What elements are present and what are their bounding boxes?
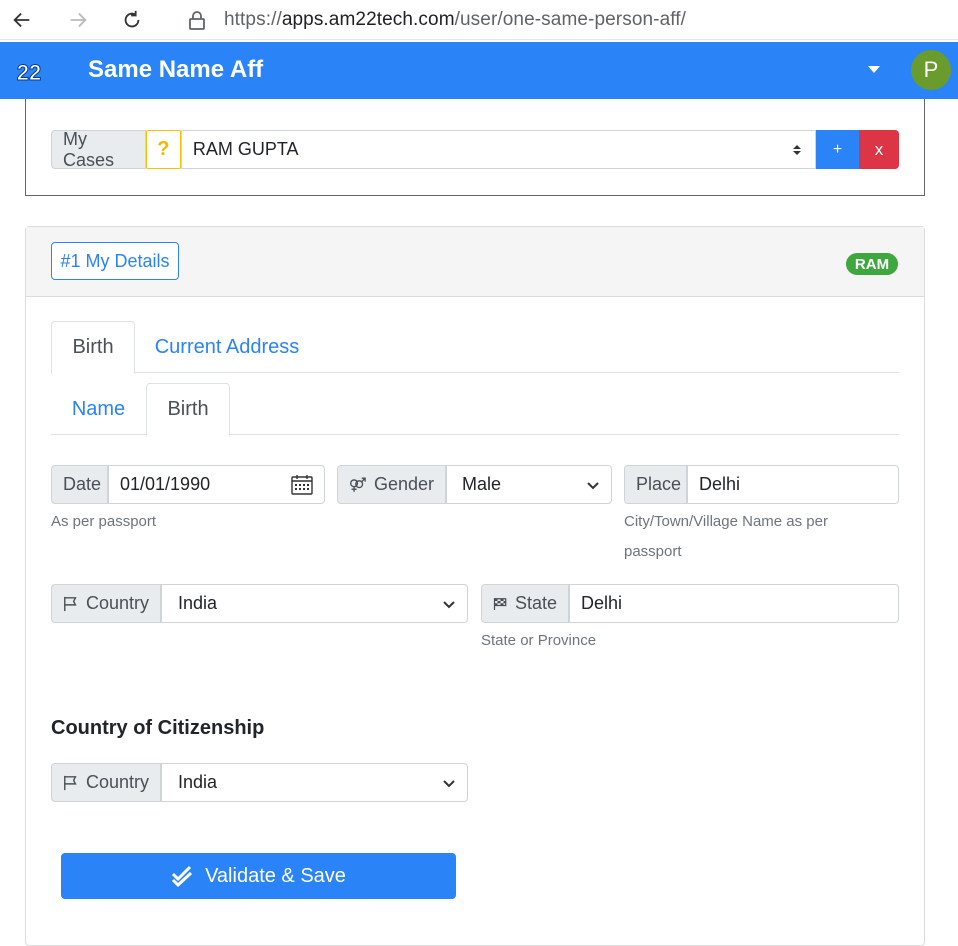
inner-tabs: Name Birth	[51, 383, 899, 436]
tab-birth[interactable]: Birth	[51, 321, 135, 374]
state-help-text: State or Province	[481, 632, 597, 649]
birth-country-group: Country India	[51, 584, 468, 623]
place-label: Place	[624, 465, 687, 504]
reload-button[interactable]	[116, 4, 148, 36]
country-label: Country	[85, 593, 149, 613]
case-selector: My Cases ? RAM GUPTA + x	[51, 129, 899, 170]
logo-text: 22	[17, 60, 41, 85]
place-help-text: City/Town/Village Name as per passport	[624, 513, 828, 560]
tab-birth-inner[interactable]: Birth	[146, 383, 230, 436]
chevron-down-icon[interactable]	[868, 66, 880, 73]
calendar-icon[interactable]	[291, 474, 313, 495]
date-label: Date	[51, 465, 108, 504]
address-bar[interactable]: https://apps.am22tech.com/user/one-same-…	[170, 2, 958, 38]
gender-group: Gender Male	[337, 465, 612, 504]
state-label-box: State	[481, 584, 569, 623]
url-host: apps.am22tech.com	[281, 9, 455, 30]
state-label: State	[514, 593, 557, 613]
sort-arrows-icon	[793, 144, 802, 155]
page-title: Same Name Aff	[88, 56, 264, 83]
birth-date-group: Date 01/01/1990	[51, 465, 325, 504]
browser-toolbar: https://apps.am22tech.com/user/one-same-…	[0, 0, 958, 40]
case-select-value: RAM GUPTA	[192, 139, 299, 159]
help-button[interactable]: ?	[145, 130, 181, 169]
url-path: /user/one-same-person-aff/	[454, 9, 687, 30]
add-case-button[interactable]: +	[816, 130, 860, 169]
save-label: Validate & Save	[205, 864, 346, 887]
chevron-down-icon	[587, 481, 599, 489]
gender-value: Male	[462, 474, 502, 494]
details-card: #1 My Details RAM Birth Current Address …	[25, 226, 925, 946]
citizenship-heading: Country of Citizenship	[51, 717, 265, 739]
date-help-text: As per passport	[51, 513, 157, 530]
chevron-down-icon	[443, 779, 455, 787]
status-badge: RAM	[846, 253, 898, 275]
citizenship-country-label: Country	[85, 772, 149, 792]
state-group: State Delhi	[481, 584, 899, 623]
state-input[interactable]: Delhi	[569, 584, 899, 623]
gender-label: Gender	[373, 474, 434, 494]
birth-date-value: 01/01/1990	[120, 474, 211, 494]
birth-country-select[interactable]: India	[161, 584, 468, 623]
avatar[interactable]: P	[911, 50, 951, 90]
tab-name[interactable]: Name	[51, 383, 146, 436]
citizenship-country-select[interactable]: India	[161, 763, 468, 802]
gender-icon	[350, 477, 366, 492]
app-header: 22 Same Name Aff	[0, 42, 958, 99]
citizenship-country-group: Country India	[51, 763, 468, 802]
arrow-left-icon	[13, 12, 30, 28]
birth-country-value: India	[178, 593, 218, 613]
citizenship-country-value: India	[178, 772, 218, 792]
lock-icon	[189, 11, 205, 30]
chevron-down-icon	[443, 600, 455, 608]
my-cases-label: My Cases	[51, 129, 146, 170]
card-header: #1 My Details RAM	[26, 227, 924, 297]
reload-icon	[124, 10, 140, 28]
flag-icon	[64, 596, 77, 611]
citizenship-label-box: Country	[51, 763, 161, 802]
place-value: Delhi	[699, 474, 741, 494]
back-button[interactable]	[6, 4, 38, 36]
arrow-right-icon	[70, 12, 87, 28]
outer-tabs: Birth Current Address	[51, 321, 899, 374]
birth-date-input[interactable]: 01/01/1990	[108, 465, 325, 504]
country-label-box: Country	[51, 584, 161, 623]
flag-icon	[64, 775, 77, 790]
state-value: Delhi	[581, 593, 623, 613]
url-scheme: https://	[224, 9, 282, 30]
place-input[interactable]: Delhi	[687, 465, 899, 504]
gender-label-box: Gender	[337, 465, 446, 504]
tab-current-address[interactable]: Current Address	[135, 321, 319, 374]
flag-checkered-icon	[493, 597, 507, 610]
forward-button[interactable]	[62, 4, 94, 36]
case-selector-panel: My Cases ? RAM GUPTA + x	[25, 99, 925, 196]
double-check-icon	[172, 865, 193, 887]
validate-save-button[interactable]: Validate & Save	[61, 853, 456, 899]
my-details-button[interactable]: #1 My Details	[51, 242, 179, 280]
remove-case-button[interactable]: x	[859, 130, 899, 169]
url-text: https://apps.am22tech.com/user/one-same-…	[224, 9, 686, 31]
app-logo[interactable]: 22	[12, 58, 46, 86]
gender-select[interactable]: Male	[446, 465, 612, 504]
case-select[interactable]: RAM GUPTA	[180, 130, 817, 169]
place-group: Place Delhi	[624, 465, 899, 504]
